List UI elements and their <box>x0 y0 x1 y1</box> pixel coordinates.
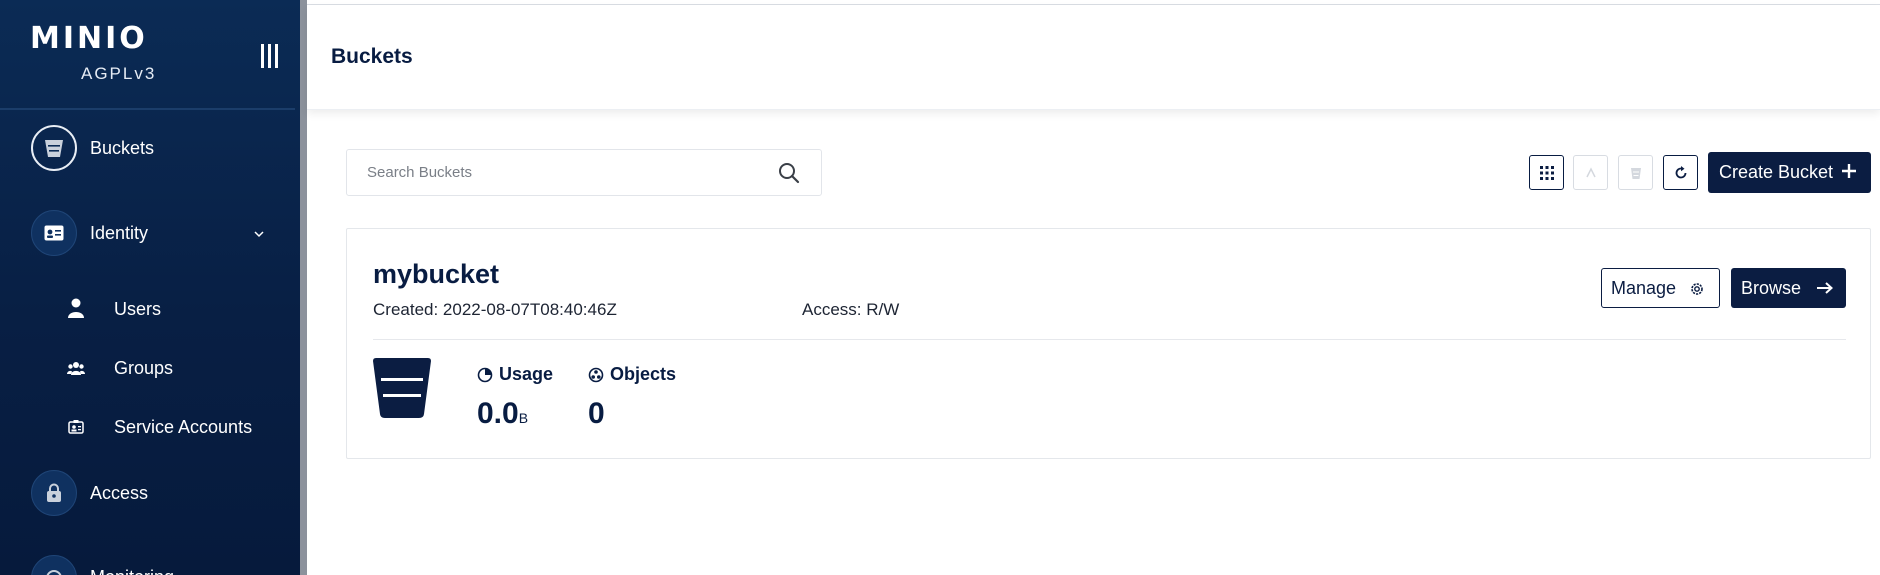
collapse-sidebar-button[interactable] <box>260 44 282 70</box>
page-header: Buckets <box>307 5 1880 110</box>
sidebar-resize-handle[interactable] <box>300 0 307 575</box>
replication-icon <box>1585 166 1596 177</box>
usage-metric: Usage 0.0B <box>477 364 553 431</box>
groups-icon <box>66 358 86 378</box>
bucket-icon <box>31 125 77 171</box>
plus-icon <box>1842 164 1856 178</box>
search-box <box>346 149 822 196</box>
create-bucket-button[interactable]: Create Bucket <box>1708 152 1871 193</box>
sidebar-item-label: Users <box>114 299 162 319</box>
gear-icon <box>1691 283 1703 295</box>
refresh-icon <box>1675 165 1686 178</box>
usage-value: 0.0 <box>477 397 519 430</box>
sidebar-item-label: Groups <box>114 358 174 378</box>
pie-chart-icon <box>477 367 493 382</box>
logo-wordmark: MINIO <box>30 21 148 56</box>
search-icon[interactable] <box>777 161 801 185</box>
manage-button[interactable]: Manage <box>1601 268 1720 308</box>
bucket-card[interactable]: mybucket Created: 2022-08-07T08:40:46Z A… <box>346 228 1871 459</box>
minio-logo[interactable]: MINIO AGPLv3 <box>30 21 154 84</box>
sidebar-item-users[interactable]: Users <box>0 296 300 322</box>
objects-icon <box>588 367 604 382</box>
sidebar-item-groups[interactable]: Groups <box>0 355 300 381</box>
bucket-access: Access: R/W <box>802 300 900 319</box>
page-title: Buckets <box>331 45 413 68</box>
card-divider <box>373 339 1846 340</box>
id-card-icon <box>31 210 77 256</box>
grid-view-button[interactable] <box>1529 155 1564 190</box>
refresh-button[interactable] <box>1663 155 1698 190</box>
grid-icon <box>1539 165 1554 180</box>
create-bucket-label: Create Bucket <box>1719 162 1834 182</box>
replication-button[interactable] <box>1573 155 1608 190</box>
bucket-name[interactable]: mybucket <box>373 259 499 290</box>
delete-buckets-button[interactable] <box>1618 155 1653 190</box>
sidebar-item-monitoring[interactable]: Monitoring <box>0 555 300 575</box>
manage-label: Manage <box>1611 277 1677 298</box>
sidebar: MINIO AGPLv3 Buckets Identity Users Grou… <box>0 0 300 575</box>
search-input[interactable] <box>347 150 767 195</box>
app: MINIO AGPLv3 Buckets Identity Users Grou… <box>0 0 1880 575</box>
arrow-right-icon <box>1817 282 1833 294</box>
sidebar-item-service-accounts[interactable]: Service Accounts <box>0 414 300 440</box>
chevron-down-icon <box>254 231 264 238</box>
usage-label: Usage <box>499 364 554 384</box>
bucket-icon <box>373 358 431 418</box>
service-account-icon <box>66 417 86 437</box>
sidebar-item-buckets[interactable]: Buckets <box>0 125 300 171</box>
sidebar-item-label: Monitoring <box>90 567 174 575</box>
license-label: AGPLv3 <box>81 64 157 83</box>
objects-metric: Objects 0 <box>588 364 676 431</box>
bucket-delete-icon <box>1630 167 1641 179</box>
browse-label: Browse <box>1741 277 1802 298</box>
browse-button[interactable]: Browse <box>1731 268 1846 308</box>
lock-icon <box>31 470 77 516</box>
sidebar-item-label: Identity <box>90 223 149 243</box>
sidebar-divider <box>0 108 295 110</box>
sidebar-item-identity[interactable]: Identity <box>0 210 300 256</box>
sidebar-item-label: Service Accounts <box>114 417 253 437</box>
objects-label: Objects <box>610 364 677 384</box>
objects-value: 0 <box>588 397 605 430</box>
user-icon <box>66 298 86 318</box>
sidebar-item-label: Access <box>90 483 149 503</box>
monitoring-icon <box>31 555 77 575</box>
sidebar-item-label: Buckets <box>90 138 155 158</box>
usage-unit: B <box>518 410 529 426</box>
sidebar-item-access[interactable]: Access <box>0 470 300 516</box>
bucket-created-date: Created: 2022-08-07T08:40:46Z <box>373 300 617 319</box>
